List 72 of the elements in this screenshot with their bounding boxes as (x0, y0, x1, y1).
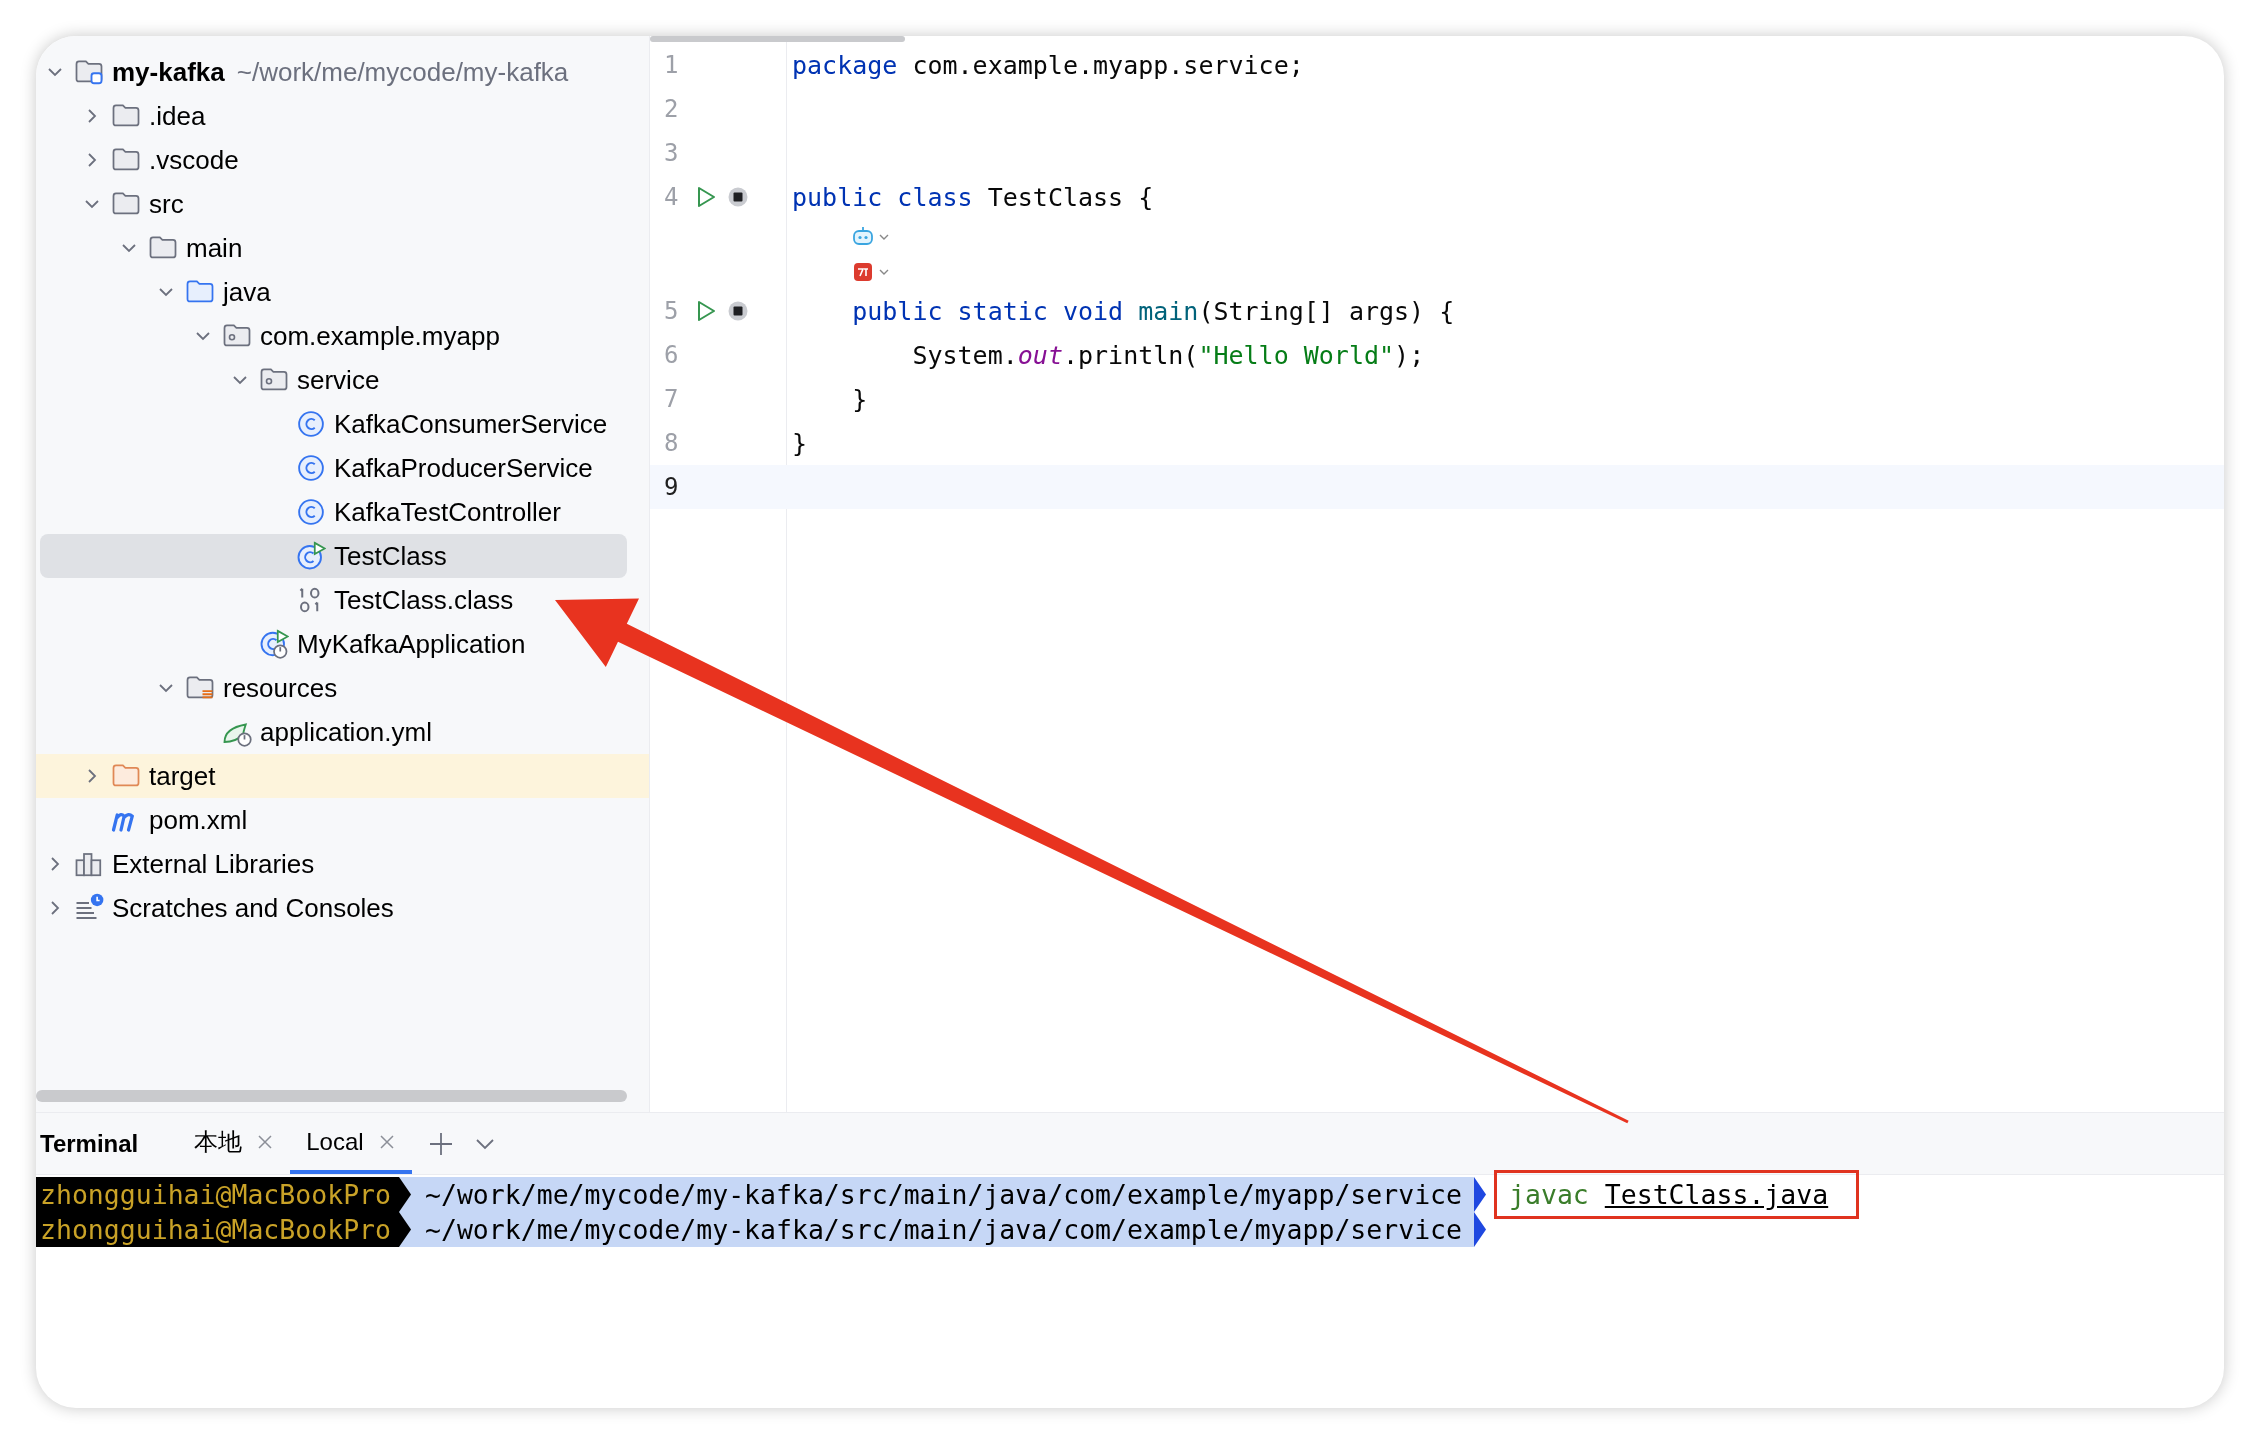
tree-item[interactable]: KafkaProducerService (36, 446, 593, 490)
code-line: System.out.println("Hello World"); (911, 340, 1425, 370)
item-label: java (223, 276, 271, 308)
tree-item[interactable]: pom.xml (36, 798, 248, 842)
item-label: target (149, 760, 216, 792)
runnable-class-icon (296, 541, 326, 571)
tree-item[interactable]: .vscode (36, 138, 239, 182)
tree-item[interactable]: KafkaConsumerService (36, 402, 608, 446)
item-label: resources (223, 672, 338, 704)
tree-item[interactable]: src (36, 182, 184, 226)
terminal-title: Terminal (40, 1129, 139, 1158)
line-number: 1 (664, 51, 680, 79)
scrollbar-thumb[interactable] (650, 36, 905, 42)
line-number: 2 (664, 95, 680, 123)
tree-item[interactable]: target (36, 754, 649, 798)
item-label: service (297, 364, 380, 396)
tree-item[interactable]: Scratches and Consoles (36, 886, 394, 930)
line-number: 3 (664, 139, 680, 167)
line-number: 6 (664, 341, 680, 369)
code-line: package com.example.myapp.service; (791, 50, 1304, 80)
tree-item[interactable]: .idea (36, 94, 206, 138)
scrollbar-thumb[interactable] (36, 1090, 627, 1102)
class-icon (296, 453, 326, 483)
prompt-path: ~/work/me/mycode/my-kafka/src/main/java/com/example/myapp/service (417, 1177, 1475, 1212)
class-icon (296, 409, 326, 439)
item-label: com.example.myapp (260, 320, 500, 352)
item-label: .vscode (149, 144, 239, 176)
item-label: main (186, 232, 243, 264)
line-number: 9 (664, 473, 680, 501)
stop-icon[interactable] (728, 301, 748, 321)
line-number: 7 (664, 385, 680, 413)
item-label: KafkaConsumerService (334, 408, 608, 440)
tree-item[interactable]: service (36, 358, 380, 402)
item-label: src (149, 188, 184, 220)
item-label: KafkaTestController (334, 496, 561, 528)
item-label: pom.xml (149, 804, 248, 836)
item-label: Scratches and Consoles (112, 892, 394, 924)
command-text: javac TestClass.java (1509, 1179, 1829, 1210)
code-line: } (851, 384, 868, 414)
tree-item[interactable]: resources (36, 666, 338, 710)
tree-item[interactable]: java (36, 270, 271, 314)
terminal-tab[interactable]: 本地 (178, 1113, 291, 1174)
item-label: MyKafkaApplication (297, 628, 526, 660)
close-icon[interactable] (377, 1132, 396, 1151)
code-line: } (791, 428, 808, 458)
line-number: 8 (664, 429, 680, 457)
project-name: my-kafka (112, 56, 225, 88)
item-label: TestClass (334, 540, 447, 572)
line-number: 5 (664, 297, 680, 325)
close-icon[interactable] (256, 1132, 275, 1151)
tree-item[interactable]: MyKafkaApplication (36, 622, 526, 666)
tree-item[interactable]: application.yml (36, 710, 432, 754)
tree-item[interactable]: TestClass (40, 534, 627, 578)
item-label: TestClass.class (334, 584, 514, 616)
tree-item[interactable]: External Libraries (36, 842, 315, 886)
tree-item[interactable]: main (36, 226, 243, 270)
prompt-path: ~/work/me/mycode/my-kafka/src/main/java/com/example/myapp/service (417, 1212, 1475, 1247)
item-label: .idea (149, 100, 206, 132)
tree-item[interactable]: my-kafka ~/work/me/mycode/my-kafka (36, 50, 569, 94)
stop-icon[interactable] (728, 187, 748, 207)
item-label: External Libraries (112, 848, 315, 880)
code-line: public static void main(String[] args) { (851, 296, 1455, 326)
item-label: KafkaProducerService (334, 452, 593, 484)
class-icon (296, 497, 326, 527)
tree-item[interactable]: com.example.myapp (36, 314, 500, 358)
spring-class-icon (259, 629, 289, 659)
tree-item[interactable]: KafkaTestController (36, 490, 561, 534)
line-number: 4 (664, 183, 680, 211)
code-line: public class TestClass { (791, 182, 1154, 212)
item-label: application.yml (260, 716, 432, 748)
tree-item[interactable]: TestClass.class (36, 578, 514, 622)
project-path: ~/work/me/mycode/my-kafka (236, 56, 569, 88)
